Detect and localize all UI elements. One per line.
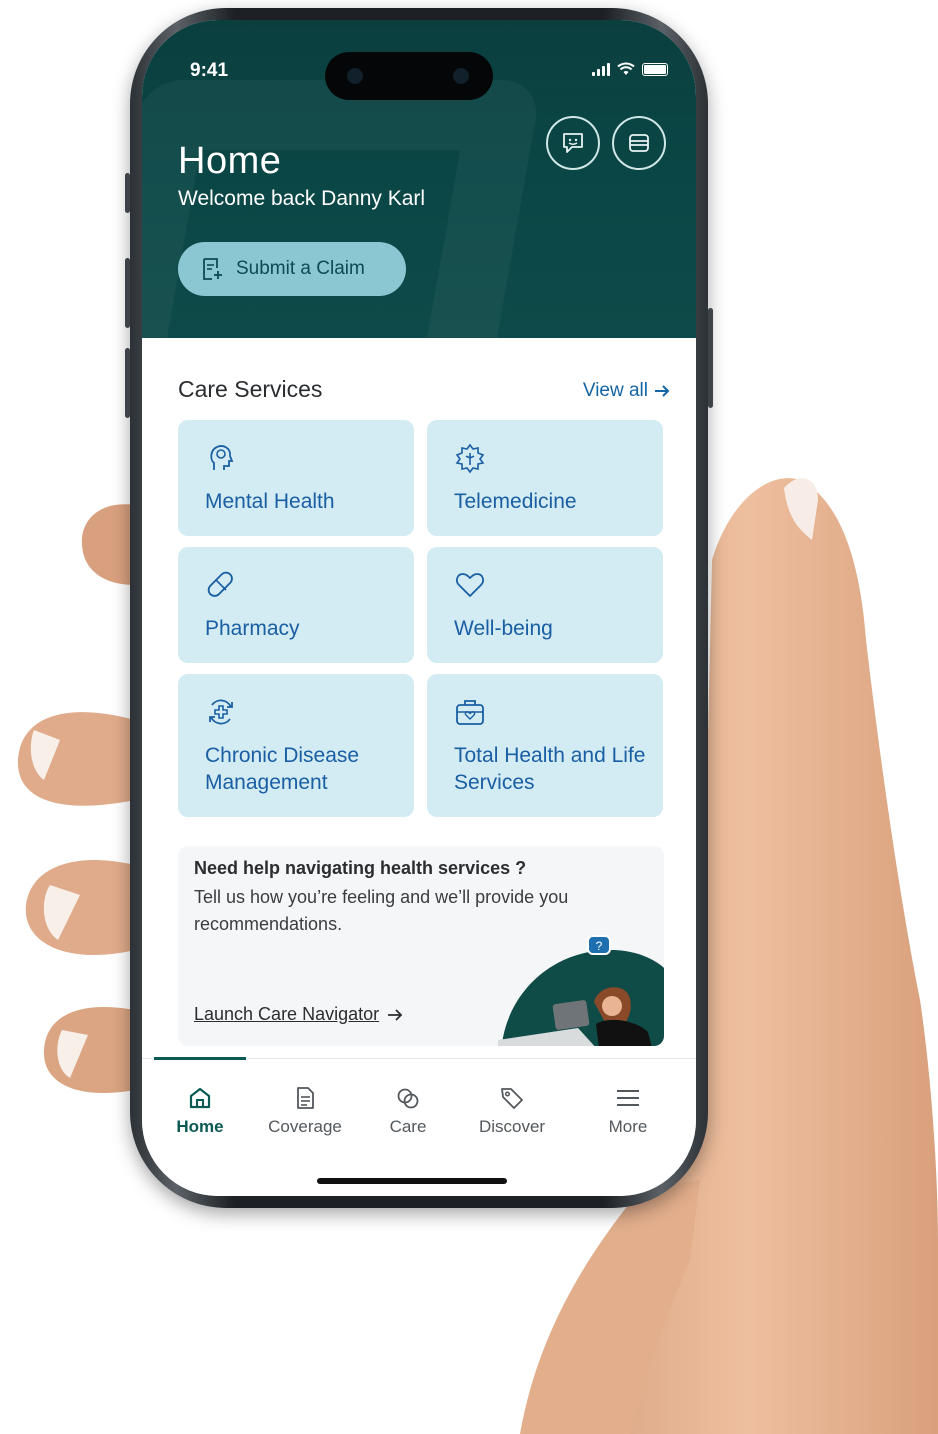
woman-with-tablet-illustration: ? [498, 935, 664, 1046]
view-all-label: View all [582, 380, 648, 401]
claim-form-icon [203, 258, 222, 280]
arrow-right-icon [388, 1008, 403, 1021]
care-icon [397, 1088, 419, 1109]
tile-mental-health[interactable]: Mental Health [178, 420, 414, 536]
menu-icon [617, 1090, 639, 1106]
tile-label: Telemedicine [454, 490, 577, 513]
battery-icon [642, 62, 668, 76]
document-icon [297, 1087, 314, 1109]
status-icons [592, 62, 668, 76]
submit-claim-button[interactable]: Submit a Claim [178, 242, 406, 296]
help-card-title: Need help navigating health services ? [194, 858, 527, 878]
view-all-link[interactable]: View all [583, 380, 670, 402]
app-screen: 9:41 Home Welcome back Danny Karl Submit… [142, 20, 696, 1196]
pill-icon [207, 571, 233, 597]
wallet-card-button[interactable] [612, 116, 666, 170]
telemedicine-icon [455, 443, 485, 474]
medical-kit-icon [456, 700, 484, 725]
nav-item-more[interactable]: More [578, 1085, 678, 1137]
volume-down-button [125, 348, 130, 418]
power-button [708, 308, 713, 408]
tile-label: Mental Health [205, 490, 335, 513]
chat-button[interactable] [546, 116, 600, 170]
nav-label: More [608, 1117, 648, 1136]
chronic-disease-icon [209, 699, 233, 725]
phone-frame: 9:41 Home Welcome back Danny Karl Submit… [125, 8, 713, 1208]
wallet-card-icon [629, 134, 649, 152]
volume-up-button [125, 258, 130, 328]
arrow-right-icon [655, 385, 670, 397]
action-button [125, 173, 130, 213]
status-time: 9:41 [190, 60, 229, 81]
tile-chronic-disease[interactable]: Chronic Disease Management [178, 674, 414, 817]
care-navigator-card: Need help navigating health services ? T… [178, 846, 664, 1046]
nav-item-discover[interactable]: Discover [462, 1085, 562, 1137]
nav-item-coverage[interactable]: Coverage [255, 1085, 355, 1137]
home-icon [189, 1087, 211, 1109]
tile-label: Chronic Disease Management [205, 744, 360, 794]
tile-label: Pharmacy [205, 617, 300, 640]
mental-health-icon [210, 445, 234, 470]
dynamic-island [325, 52, 493, 100]
chat-bubble-icon [563, 133, 583, 153]
nav-label: Coverage [268, 1117, 342, 1136]
page-title: Home [178, 140, 282, 183]
active-tab-indicator [154, 1057, 246, 1060]
tile-total-health[interactable]: Total Health and Life Services [427, 674, 663, 817]
tile-pharmacy[interactable]: Pharmacy [178, 547, 414, 663]
svg-text:?: ? [596, 939, 603, 953]
submit-claim-label: Submit a Claim [236, 258, 365, 279]
wifi-icon [617, 62, 635, 75]
help-card-body: Tell us how you’re feeling and we’ll pro… [194, 887, 569, 934]
tile-label: Well-being [454, 617, 553, 640]
launch-care-navigator-link[interactable]: Launch Care Navigator [194, 1004, 403, 1025]
nav-label: Discover [478, 1117, 546, 1136]
welcome-text: Welcome back Danny Karl [178, 187, 426, 210]
nav-item-home[interactable]: Home [150, 1085, 250, 1137]
nav-label: Care [389, 1117, 427, 1136]
launch-care-navigator-label: Launch Care Navigator [194, 1004, 380, 1024]
nav-label: Home [176, 1117, 224, 1136]
nav-item-care[interactable]: Care [358, 1085, 458, 1137]
home-indicator[interactable] [317, 1178, 507, 1184]
tile-label: Total Health and Life Services [454, 744, 646, 794]
bottom-navigation: Home Coverage Care Discover More [142, 1057, 696, 1196]
heart-icon [456, 573, 484, 597]
tile-well-being[interactable]: Well-being [427, 547, 663, 663]
care-services-title: Care Services [178, 376, 323, 402]
tag-icon [501, 1088, 523, 1109]
signal-icon [592, 62, 610, 76]
tile-telemedicine[interactable]: Telemedicine [427, 420, 663, 536]
